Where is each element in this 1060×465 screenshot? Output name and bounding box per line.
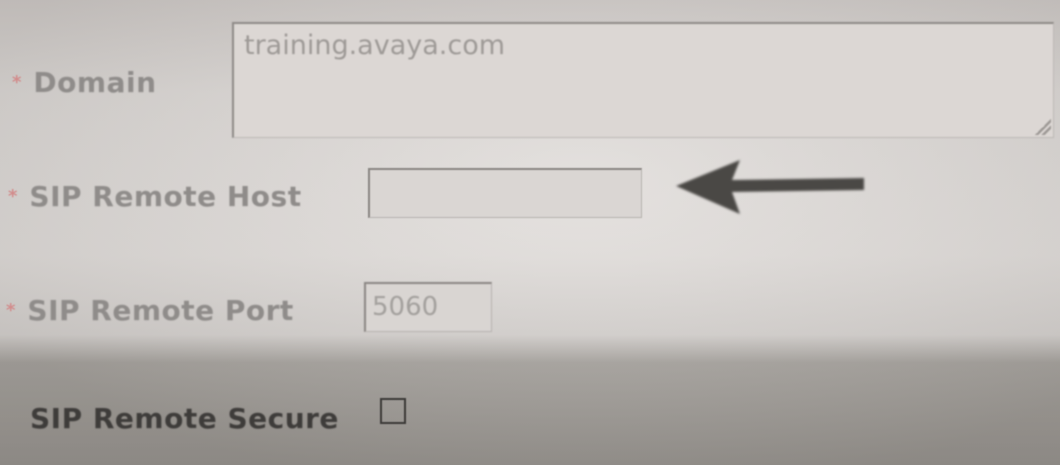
sip-remote-secure-row: SIP Remote Secure bbox=[30, 402, 339, 435]
photo-of-screen: * Domain training.avaya.com * SIP Remote… bbox=[0, 0, 1060, 465]
domain-row: * Domain bbox=[12, 66, 157, 99]
sip-remote-secure-label: SIP Remote Secure bbox=[30, 402, 339, 435]
domain-value: training.avaya.com bbox=[244, 30, 506, 61]
sip-remote-port-label: SIP Remote Port bbox=[27, 294, 294, 327]
domain-textarea[interactable]: training.avaya.com bbox=[232, 22, 1054, 138]
sip-remote-port-value: 5060 bbox=[372, 292, 439, 322]
arrow-left-icon bbox=[676, 160, 864, 214]
sip-remote-secure-checkbox[interactable] bbox=[380, 398, 406, 424]
resize-grip-icon[interactable] bbox=[1035, 119, 1051, 135]
sip-remote-host-row: * SIP Remote Host bbox=[8, 180, 302, 213]
sip-remote-host-label: SIP Remote Host bbox=[29, 180, 302, 213]
sip-remote-port-input[interactable]: 5060 bbox=[364, 282, 492, 332]
required-marker: * bbox=[12, 72, 22, 93]
sip-remote-port-row: * SIP Remote Port bbox=[6, 294, 294, 327]
required-marker: * bbox=[8, 186, 18, 207]
sip-remote-host-input[interactable] bbox=[368, 168, 642, 218]
domain-label: Domain bbox=[33, 66, 157, 99]
required-marker: * bbox=[6, 300, 16, 321]
